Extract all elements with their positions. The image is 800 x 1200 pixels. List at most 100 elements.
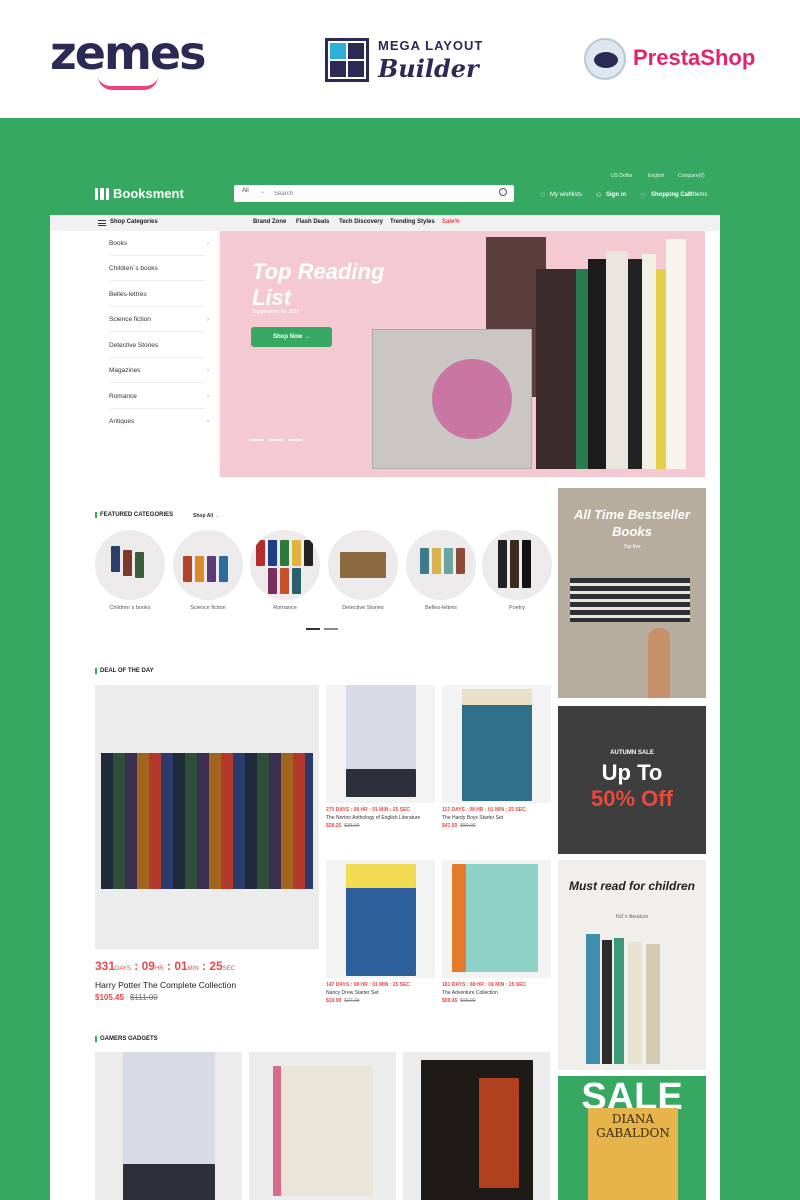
mega-layout-builder: Builder: [378, 54, 479, 83]
deal-card-timer: 147 DAYS : 08 HR : 01 MIN : 25 SEC: [326, 982, 411, 988]
children-banner[interactable]: Must read for children Kid`s literature: [558, 860, 706, 1070]
category-image-romance[interactable]: [250, 530, 320, 600]
currency-select[interactable]: US Dollar: [611, 173, 632, 179]
deal-main-price: $105.45: [95, 993, 124, 1002]
showcase-header: zemes MEGA LAYOUT Builder PrestaShop: [0, 0, 800, 118]
chevron-right-icon: ›: [206, 418, 209, 425]
category-label-poetry[interactable]: Poetry: [482, 605, 552, 611]
category-label-science-fiction[interactable]: Science fiction: [173, 605, 243, 611]
cart-count[interactable]: 0 items: [688, 192, 707, 198]
children-banner-title: Must read for children: [568, 879, 696, 893]
autumn-sale-upto: Up To: [601, 760, 663, 785]
sidebar-item-books[interactable]: Books ›: [109, 231, 209, 256]
sidebar-item-detective[interactable]: Detective Stories: [109, 333, 205, 358]
gamers-product-image[interactable]: [95, 1052, 242, 1200]
deal-card-name[interactable]: The Adventure Collection: [442, 990, 498, 996]
bestseller-subtitle: Top five: [623, 544, 641, 550]
deal-main-image[interactable]: [95, 685, 319, 949]
search-input[interactable]: [274, 185, 484, 202]
sale-book-image: DIANA GABALDON: [588, 1108, 678, 1200]
deal-card-image[interactable]: [326, 685, 435, 803]
hand-image: [648, 628, 670, 698]
deal-main-name[interactable]: Harry Potter The Complete Collection: [95, 980, 236, 990]
sidebar-item-science-fiction[interactable]: Science fiction ›: [109, 307, 209, 332]
shop-categories-button[interactable]: Shop Categories: [110, 219, 158, 225]
nav-sale[interactable]: Sale%: [442, 219, 460, 225]
bestseller-banner[interactable]: All Time Bestseller Books Top five: [558, 488, 706, 698]
category-image-detective[interactable]: [328, 530, 398, 600]
menu-icon[interactable]: [98, 220, 106, 226]
sidebar-item-childrens[interactable]: Children`s books: [109, 256, 205, 281]
chevron-right-icon: ›: [206, 393, 209, 400]
hobbit-lotr-spine-art: [479, 1078, 519, 1188]
signin-link[interactable]: Sign in: [606, 192, 626, 198]
hero-book-image: [576, 269, 588, 469]
nav-tech-discovery[interactable]: Tech Discovery: [339, 219, 383, 225]
hero-book-image: [536, 269, 576, 469]
deal-card-image[interactable]: [442, 685, 551, 803]
deal-card-name[interactable]: Nancy Drew Starter Set: [326, 990, 379, 996]
deal-main-timer: 331DAYS : 09HR : 01MIN : 25SEC: [95, 959, 236, 973]
hero-book-image: [606, 251, 628, 469]
category-image-childrens[interactable]: [95, 530, 165, 600]
heart-icon[interactable]: ♡: [540, 192, 545, 199]
category-label-childrens[interactable]: Children`s books: [95, 605, 165, 611]
deal-card-image[interactable]: [442, 860, 551, 978]
category-label-detective[interactable]: Detective Stories: [328, 605, 398, 611]
category-image-belles-lettres[interactable]: [406, 530, 476, 600]
featured-shop-all-link[interactable]: Shop All →: [193, 513, 219, 519]
cart-icon[interactable]: 🛒: [640, 192, 647, 199]
store-brand[interactable]: Booksment: [113, 186, 184, 201]
nav-trending-styles[interactable]: Trending Styles: [390, 219, 435, 225]
sidebar-item-belles-lettres[interactable]: Belles-lettres: [109, 282, 205, 307]
category-label-romance[interactable]: Romance: [250, 605, 320, 611]
books-logo-icon: [95, 188, 109, 200]
category-label-belles-lettres[interactable]: Belles-lettres: [406, 605, 476, 611]
autumn-sale-banner[interactable]: AUTUMN SALE Up To 50% Off: [558, 706, 706, 854]
hero-pagination[interactable]: [250, 439, 302, 441]
deal-card-name[interactable]: The Norton Anthology of English Literatu…: [326, 815, 420, 821]
wishlist-link[interactable]: My wishlists: [550, 192, 582, 198]
nancy-drew-title-band: [346, 864, 416, 888]
search-icon[interactable]: [499, 188, 507, 196]
hardy-boys-cover: [462, 689, 532, 801]
search-bar: All ⌄: [234, 185, 514, 202]
sidebar-item-romance[interactable]: Romance ›: [109, 384, 209, 409]
mega-layout-icon: [325, 38, 369, 82]
compare-link[interactable]: Compare(0): [678, 173, 705, 179]
deal-card-image[interactable]: [326, 860, 435, 978]
store-header: Booksment US Dollar English Compare(0) A…: [50, 170, 720, 215]
children-book-image: [602, 940, 612, 1064]
search-category[interactable]: All: [242, 188, 249, 194]
hero-subtitle: Suggestions for 2019: [252, 309, 300, 315]
zemes-logo: zemes: [50, 26, 206, 80]
user-icon[interactable]: ⚇: [596, 192, 601, 199]
deal-card-price: $19.99 $27.00: [326, 998, 360, 1004]
chevron-right-icon: ›: [206, 367, 209, 374]
category-image-poetry[interactable]: [482, 530, 552, 600]
sale-banner[interactable]: SALE DIANA GABALDON: [558, 1076, 706, 1200]
gamers-product-image[interactable]: [249, 1052, 396, 1200]
deal-card-price: $28.25 $36.00: [326, 823, 360, 829]
nav-brand-zone[interactable]: Brand Zone: [253, 219, 286, 225]
sidebar-item-magazines[interactable]: Magazines ›: [109, 358, 209, 383]
children-banner-subtitle: Kid`s literature: [615, 914, 649, 920]
deal-card-timer: 117 DAYS : 08 HR : 01 MIN : 25 SEC: [442, 807, 526, 813]
sidebar-item-antiques[interactable]: Antiques ›: [109, 409, 209, 434]
deal-card-price: $59.45 $65.00: [442, 998, 476, 1004]
gamers-product-image[interactable]: [403, 1052, 550, 1200]
chevron-down-icon[interactable]: ⌄: [260, 188, 265, 195]
hero-book-image: [666, 239, 686, 469]
language-select[interactable]: English: [648, 173, 664, 179]
hero-book-image: [642, 254, 656, 469]
deal-card-name[interactable]: The Hardy Boys Starter Set: [442, 815, 503, 821]
hero-slider[interactable]: Top Reading List Suggestions for 2019 Sh…: [220, 231, 705, 477]
hero-shop-now-button[interactable]: Shop Now →: [251, 327, 332, 347]
library-boxset-cover: [273, 1066, 373, 1196]
featured-pagination[interactable]: [306, 628, 338, 630]
deal-main-old-price: $111.00: [130, 993, 158, 1002]
category-image-science-fiction[interactable]: [173, 530, 243, 600]
deal-card-timer: 270 DAYS : 08 HR : 01 MIN : 25 SEC: [326, 807, 411, 813]
nav-flash-deals[interactable]: Flash Deals: [296, 219, 329, 225]
mega-layout-title: MEGA LAYOUT: [378, 38, 484, 53]
